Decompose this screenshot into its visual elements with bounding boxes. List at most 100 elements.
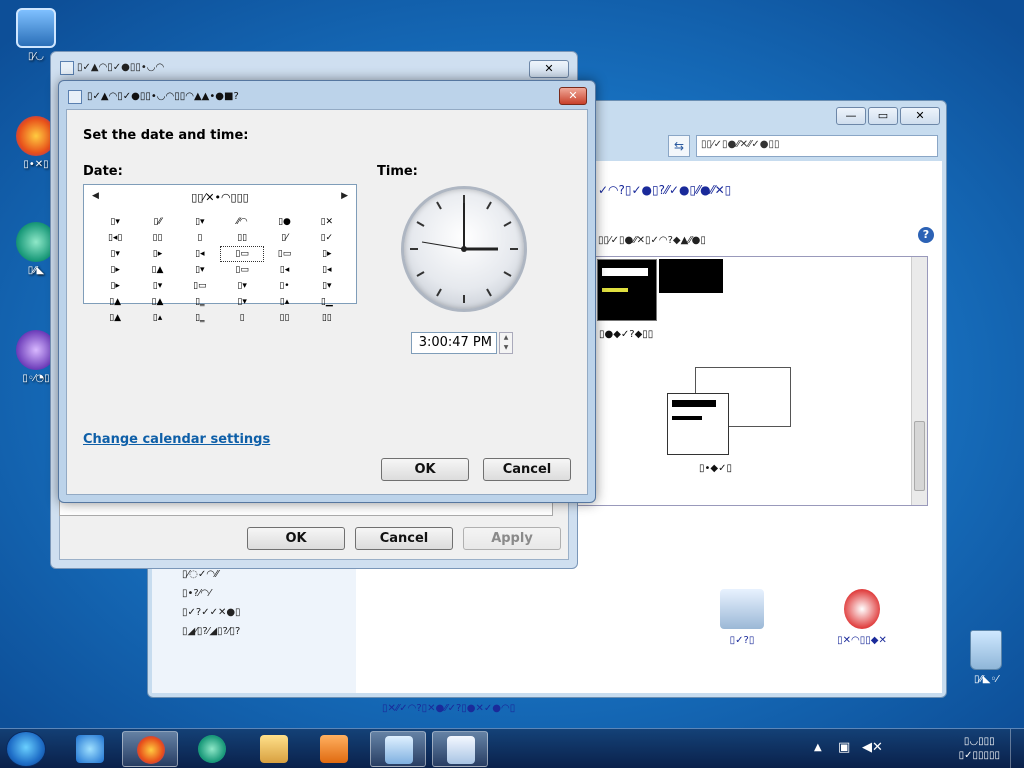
help-icon[interactable]: ?: [918, 227, 934, 243]
prev-month-icon[interactable]: ◀: [92, 191, 99, 201]
calendar-day[interactable]: ▯◂: [263, 263, 305, 277]
calendar-day[interactable]: ▯: [179, 231, 221, 245]
clock-face-icon: [410, 195, 518, 303]
caption-buttons: — ▭ ✕: [836, 107, 940, 125]
theme-thumb-black[interactable]: [659, 259, 723, 293]
volume-muted-icon[interactable]: ◀✕: [862, 740, 883, 755]
ok-button[interactable]: OK: [247, 527, 345, 550]
calendar-day[interactable]: ▯•: [263, 279, 305, 293]
nav-link[interactable]: ▯⁄◌✓◠⁄⁄: [182, 569, 326, 580]
calendar-day[interactable]: ▯▲: [94, 311, 136, 325]
taskbar-control-panel[interactable]: [370, 731, 426, 767]
calendar-day[interactable]: ▯✓: [306, 231, 348, 245]
clock-window-icon: [68, 90, 82, 104]
calendar-day[interactable]: ▯▲: [94, 295, 136, 309]
calendar-day[interactable]: ▯▾: [136, 279, 178, 293]
calendar-day[interactable]: ▯▾: [179, 263, 221, 277]
search-input[interactable]: ▯▯⁄✓▯●⁄⁄✕⁄⁄✓●▯▯: [696, 135, 938, 157]
calendar-day[interactable]: ▯◂: [306, 263, 348, 277]
calendar-day[interactable]: ▯‗: [179, 311, 221, 325]
calendar-day[interactable]: ▯▲: [136, 263, 178, 277]
date-time-window-title: ▯✓▲◠▯✓●▯▯•◡◠: [77, 62, 165, 73]
next-month-icon[interactable]: ▶: [341, 191, 348, 201]
network-icon[interactable]: ▣: [838, 740, 850, 755]
calendar-day[interactable]: ▯▭: [219, 246, 265, 262]
desktop: ▯⁄◡ ▯•✕▯ ▯⁄⁄◣ ▯◦⁄◔▯ ▯⁄⁄◣◦⁄ — ▭ ✕ ⇆ ▯▯⁄✓▯…: [0, 0, 1024, 768]
calendar-day[interactable]: ▯‗: [179, 295, 221, 309]
taskbar: ▲ ▣ ◀✕ ▯◡▯▯▯ ▯✓▯▯▯▯▯: [0, 728, 1024, 768]
theme-thumb-high-contrast[interactable]: [597, 259, 657, 321]
left-nav: ▯⁄◌✓◠⁄⁄ ▯•?⁄◠⁄ ▯✓?✓✓✕●▯ ▯◢⁄▯?⁄◢▯?⁄▯?: [152, 561, 356, 693]
calendar-day[interactable]: ▯▲: [136, 295, 178, 309]
clock-window-icon: [60, 61, 74, 75]
dialog-heading: Set the date and time:: [83, 128, 249, 143]
taskbar-clock-app[interactable]: [432, 731, 488, 767]
taskbar-media[interactable]: [306, 731, 362, 767]
screensaver-icon: [844, 589, 880, 629]
calendar-day[interactable]: ▯▸: [94, 279, 136, 293]
calendar-day[interactable]: ▯✕: [306, 215, 348, 229]
refresh-button[interactable]: ⇆: [668, 135, 690, 157]
calendar-day[interactable]: ▯▾: [94, 247, 136, 261]
calendar-day[interactable]: ▯●: [263, 215, 305, 229]
close-button[interactable]: ✕: [529, 60, 569, 78]
calendar-month[interactable]: ▯▯⁄✕•◠▯▯▯: [191, 191, 248, 204]
calendar-day[interactable]: ▯▭: [179, 279, 221, 293]
recycle-bin-label: ▯⁄⁄◣◦⁄: [973, 674, 999, 685]
calendar-day[interactable]: ▯▯: [263, 311, 305, 325]
calendar-day[interactable]: ▯▭: [263, 247, 305, 261]
calendar-day[interactable]: ⁄⁄◠: [221, 215, 263, 229]
change-calendar-settings-link[interactable]: Change calendar settings: [83, 432, 270, 447]
maximize-button[interactable]: ▭: [868, 107, 898, 125]
close-button[interactable]: ✕: [900, 107, 940, 125]
close-button[interactable]: ✕: [559, 87, 587, 105]
calendar-day[interactable]: ▯▾: [221, 295, 263, 309]
theme-thumb-white-2[interactable]: [667, 393, 729, 455]
taskbar-ie[interactable]: [62, 731, 118, 767]
tray-expand-icon[interactable]: ▲: [814, 742, 822, 753]
calendar-day[interactable]: ▯▾: [221, 279, 263, 293]
nav-link[interactable]: ▯•?⁄◠⁄: [182, 588, 326, 599]
calendar-day[interactable]: ▯⁄: [263, 231, 305, 245]
calendar-day[interactable]: ▯▯: [306, 311, 348, 325]
taskbar-firefox[interactable]: [122, 731, 178, 767]
calendar-grid: ▯▾ ▯⁄⁄ ▯▾ ⁄⁄◠ ▯● ▯✕ ▯◂▯ ▯▯ ▯ ▯▯ ▯⁄ ▯✓ ▯▾ ▯▸ ▯◂ ▯▭ ▯▭ ▯▸ ▯▸…: [94, 215, 348, 325]
calendar[interactable]: ◀ ▯▯⁄✕•◠▯▯▯ ▶ ▯▾ ▯⁄⁄ ▯▾ ⁄⁄◠ ▯● ▯✕ ▯◂▯ ▯▯ ▯ ▯▯ ▯⁄ ▯✓…: [83, 184, 357, 323]
screensaver-setting[interactable]: ▯✕◠▯▯◆✕: [802, 589, 922, 646]
time-spinner[interactable]: ▲ ▼: [499, 332, 513, 354]
calendar-day[interactable]: ▯▸: [306, 247, 348, 261]
calendar-day[interactable]: ▯▯: [136, 231, 178, 245]
calendar-day[interactable]: ▯◂▯: [94, 231, 136, 245]
calendar-day[interactable]: ▯▾: [306, 279, 348, 293]
recycle-bin[interactable]: ▯⁄⁄◣◦⁄: [954, 630, 1018, 685]
calendar-day[interactable]: ▯▭: [221, 263, 263, 277]
calendar-day[interactable]: ▯▯: [221, 231, 263, 245]
calendar-day[interactable]: ▯▾: [179, 215, 221, 229]
nav-link[interactable]: ▯◢⁄▯?⁄◢▯?⁄▯?: [182, 626, 326, 637]
cancel-button[interactable]: Cancel: [355, 527, 453, 550]
show-desktop-button[interactable]: [1010, 729, 1024, 768]
ie-icon: [76, 735, 104, 763]
calendar-day[interactable]: ▯▴: [263, 295, 305, 309]
ok-button[interactable]: OK: [381, 458, 469, 481]
calendar-day[interactable]: ▯⁄⁄: [136, 215, 178, 229]
calendar-day[interactable]: ▯▸: [136, 247, 178, 261]
scrollbar-thumb[interactable]: [914, 421, 925, 491]
time-input[interactable]: 3:00:47 PM: [411, 332, 497, 354]
minimize-button[interactable]: —: [836, 107, 866, 125]
gallery-scrollbar[interactable]: [911, 257, 927, 505]
taskbar-app[interactable]: [184, 731, 240, 767]
apply-button[interactable]: Apply: [463, 527, 561, 550]
calendar-day[interactable]: ▯◂: [179, 247, 221, 261]
taskbar-explorer[interactable]: [246, 731, 302, 767]
calendar-day[interactable]: ▯▴: [136, 311, 178, 325]
sound-setting[interactable]: ▯✓?▯: [692, 589, 792, 646]
calendar-day[interactable]: ▯: [221, 311, 263, 325]
calendar-day[interactable]: ▯▁: [306, 295, 348, 309]
calendar-day[interactable]: ▯▸: [94, 263, 136, 277]
tray-clock[interactable]: ▯◡▯▯▯ ▯✓▯▯▯▯▯: [959, 735, 1000, 763]
start-button[interactable]: [6, 731, 46, 767]
nav-link[interactable]: ▯✓?✓✓✕●▯: [182, 607, 326, 618]
calendar-day[interactable]: ▯▾: [94, 215, 136, 229]
cancel-button[interactable]: Cancel: [483, 458, 571, 481]
